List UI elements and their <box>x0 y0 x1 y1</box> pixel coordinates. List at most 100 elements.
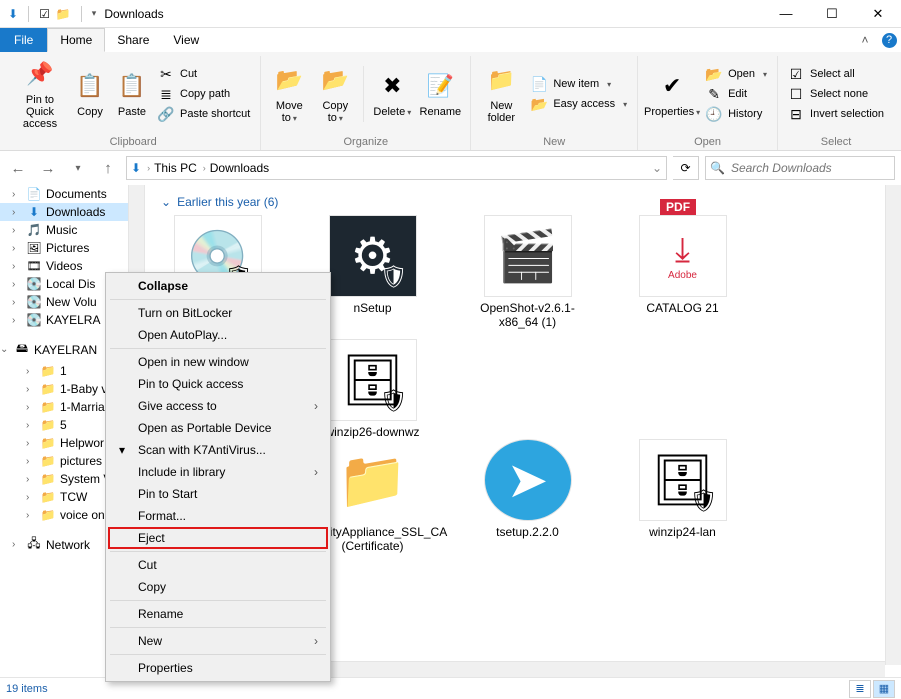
expand-icon[interactable]: › <box>12 539 22 550</box>
group-header[interactable]: ⌄Earlier this year (6) <box>145 185 901 215</box>
menu-item[interactable]: ▾Scan with K7AntiVirus... <box>108 439 328 461</box>
pin-quick-access-button[interactable]: 📌 Pin to Quick access <box>12 56 68 132</box>
invert-selection-button[interactable]: ⊟Invert selection <box>784 105 888 123</box>
select-none-button[interactable]: ☐Select none <box>784 85 888 103</box>
new-folder-button[interactable]: 📁New folder <box>477 62 525 126</box>
refresh-button[interactable]: ⟳ <box>673 156 699 180</box>
back-button[interactable]: ← <box>6 156 30 180</box>
copy-button[interactable]: 📋 Copy <box>70 68 110 120</box>
content-vscrollbar[interactable] <box>885 185 901 665</box>
properties-button[interactable]: ✔Properties▾ <box>644 68 700 120</box>
expand-icon[interactable]: › <box>12 189 22 200</box>
tree-item[interactable]: ›📄Documents <box>0 185 144 203</box>
tab-file[interactable]: File <box>0 28 47 52</box>
easy-access-button[interactable]: 📂Easy access▾ <box>527 95 631 113</box>
file-item[interactable]: ➤tsetup.2.2.0 <box>465 439 590 553</box>
rename-button[interactable]: 📝Rename <box>416 68 464 120</box>
menu-label: Include in library <box>138 465 225 479</box>
crumb-downloads[interactable]: Downloads <box>210 161 269 175</box>
expand-icon[interactable]: › <box>26 456 36 467</box>
copy-to-button[interactable]: 📂Copy to▾ <box>313 62 357 126</box>
menu-item[interactable]: Properties <box>108 657 328 679</box>
qat-overflow-icon[interactable]: ▾ <box>92 8 97 19</box>
maximize-button[interactable]: ☐ <box>809 0 855 28</box>
tree-item[interactable]: ›🎵Music <box>0 221 144 239</box>
search-input[interactable] <box>731 161 890 175</box>
qat-down-icon[interactable]: ⬇ <box>8 7 18 21</box>
tree-label: Network <box>46 538 90 552</box>
expand-icon[interactable]: › <box>12 261 22 272</box>
thumbnail: 🗄🛡 <box>639 439 727 521</box>
expand-icon[interactable]: › <box>26 438 36 449</box>
move-to-button[interactable]: 📂Move to▾ <box>267 62 311 126</box>
expand-icon[interactable]: › <box>26 420 36 431</box>
menu-item[interactable]: Open AutoPlay... <box>108 324 328 346</box>
minimize-button[interactable]: — <box>763 0 809 28</box>
menu-item[interactable]: Format... <box>108 505 328 527</box>
history-dropdown[interactable]: ▾ <box>66 156 90 180</box>
expand-icon[interactable]: › <box>26 384 36 395</box>
ribbon-collapse-icon[interactable]: ˄ <box>853 28 877 52</box>
paste-button[interactable]: 📋 Paste <box>112 68 152 120</box>
forward-button[interactable]: → <box>36 156 60 180</box>
menu-item[interactable]: Copy <box>108 576 328 598</box>
paste-shortcut-button[interactable]: 🔗Paste shortcut <box>154 105 254 123</box>
menu-item[interactable]: Eject <box>108 527 328 549</box>
menu-item[interactable]: Cut <box>108 554 328 576</box>
menu-item[interactable]: New› <box>108 630 328 652</box>
menu-item[interactable]: Open in new window <box>108 351 328 373</box>
tree-item[interactable]: ›⬇Downloads <box>0 203 144 221</box>
file-item[interactable]: PDF⤓AdobeCATALOG 21 <box>620 215 745 329</box>
up-button[interactable]: ↑ <box>96 156 120 180</box>
menu-item[interactable]: Open as Portable Device <box>108 417 328 439</box>
new-item-button[interactable]: 📄New item▾ <box>527 75 631 93</box>
file-item[interactable]: 🗄🛡winzip24-lan <box>620 439 745 553</box>
history-icon: 🕘 <box>706 106 722 122</box>
edit-button[interactable]: ✎Edit <box>702 85 771 103</box>
search-box[interactable]: 🔍 <box>705 156 895 180</box>
expand-icon[interactable]: › <box>12 279 22 290</box>
expand-icon[interactable]: › <box>12 243 22 254</box>
expand-icon[interactable]: › <box>26 492 36 503</box>
expand-icon[interactable]: › <box>26 474 36 485</box>
tab-share[interactable]: Share <box>105 28 161 52</box>
menu-item[interactable]: Collapse <box>108 275 328 297</box>
close-button[interactable]: ✕ <box>855 0 901 28</box>
expand-icon[interactable]: › <box>12 225 22 236</box>
qat-props-icon[interactable]: ☑ <box>39 7 50 21</box>
view-icons-button[interactable]: ▦ <box>873 680 895 698</box>
help-icon[interactable]: ? <box>877 28 901 52</box>
ribbon: 📌 Pin to Quick access 📋 Copy 📋 Paste ✂Cu… <box>0 52 901 151</box>
expand-icon[interactable]: › <box>12 207 22 218</box>
menu-item[interactable]: Turn on BitLocker <box>108 302 328 324</box>
view-details-button[interactable]: ≣ <box>849 680 871 698</box>
cut-button[interactable]: ✂Cut <box>154 65 254 83</box>
crumb-thispc[interactable]: This PC <box>154 161 197 175</box>
tree-item[interactable]: ›🖼Pictures <box>0 239 144 257</box>
expand-icon[interactable]: ⌄ <box>0 344 10 355</box>
select-all-button[interactable]: ☑Select all <box>784 65 888 83</box>
tab-view[interactable]: View <box>161 28 211 52</box>
file-item[interactable]: 🎬OpenShot-v2.6.1-x86_64 (1) <box>465 215 590 329</box>
submenu-icon: › <box>314 399 318 413</box>
menu-item[interactable]: Pin to Quick access <box>108 373 328 395</box>
delete-button[interactable]: ✖Delete▾ <box>370 68 414 120</box>
tab-home[interactable]: Home <box>47 28 105 52</box>
open-button[interactable]: 📂Open▾ <box>702 65 771 83</box>
path-icon: ≣ <box>158 86 174 102</box>
tree-label: pictures <box>60 454 102 468</box>
menu-item[interactable]: Include in library› <box>108 461 328 483</box>
expand-icon[interactable]: › <box>12 297 22 308</box>
address-bar[interactable]: ⬇ ›This PC ›Downloads ⌄ <box>126 156 667 180</box>
menu-item[interactable]: Give access to› <box>108 395 328 417</box>
expand-icon[interactable]: › <box>26 510 36 521</box>
copy-path-button[interactable]: ≣Copy path <box>154 85 254 103</box>
expand-icon[interactable]: › <box>26 366 36 377</box>
history-button[interactable]: 🕘History <box>702 105 771 123</box>
qat-folder-icon[interactable]: 📁 <box>56 7 71 21</box>
menu-item[interactable]: Pin to Start <box>108 483 328 505</box>
addr-dropdown-icon[interactable]: ⌄ <box>652 161 662 175</box>
expand-icon[interactable]: › <box>12 315 22 326</box>
menu-item[interactable]: Rename <box>108 603 328 625</box>
expand-icon[interactable]: › <box>26 402 36 413</box>
